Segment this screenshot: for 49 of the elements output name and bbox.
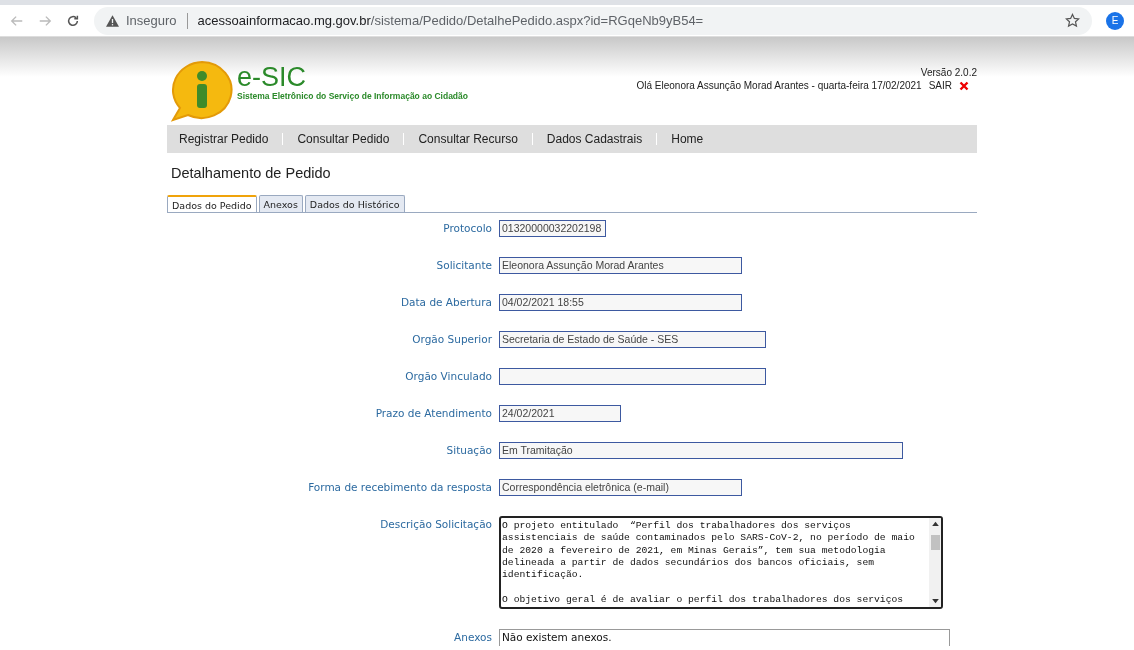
description-paragraph: O projeto entitulado “Perfil dos trabalhadores dos serviços assistenciais de saúde contaminados pelo SARS-CoV-2, no período de maio de 2020 a fevereiro de 2021, em Minas Gerais”, tem sua metodologia delineada a partir de dados secundários dos bancos oficiais, sem identificação. <box>502 520 916 582</box>
text-field[interactable]: 24/02/2021 <box>499 405 621 422</box>
field-label: Forma de recebimento da resposta <box>307 480 492 495</box>
tab[interactable]: Dados do Histórico <box>304 195 405 212</box>
field-label: Anexos <box>453 630 492 645</box>
field-label: Orgão Superior <box>411 332 492 347</box>
text-field[interactable]: Secretaria de Estado de Saúde - SES <box>499 331 766 348</box>
scroll-up-icon[interactable] <box>931 521 939 526</box>
logo-title: e-SIC <box>237 63 308 91</box>
security-label: Inseguro <box>126 13 177 28</box>
logo-subtitle: Sistema Eletrônico do Serviço de Informação ao Cidadão <box>237 91 468 101</box>
description-field[interactable] <box>499 516 943 609</box>
nav-link[interactable]: Dados Cadastrais <box>542 132 647 146</box>
scrollbar-thumb[interactable] <box>930 535 940 550</box>
info-logo-icon <box>169 60 235 122</box>
address-bar[interactable]: Inseguro acessoainformacao.mg.gov.br/sistema/Pedido/DetalhePedido.aspx?id=RGqeNb9yB54= <box>94 6 1092 35</box>
field-label: Solicitante <box>435 258 492 273</box>
nav-link[interactable]: Consultar Pedido <box>293 132 394 146</box>
page-title: Detalhamento de Pedido <box>171 165 332 183</box>
text-field[interactable] <box>499 368 766 385</box>
profile-avatar[interactable]: E <box>1106 11 1124 30</box>
text-field[interactable]: Em Tramitação <box>499 442 903 459</box>
warning-icon <box>106 14 119 27</box>
version-label: Versão 2.0.2 <box>919 67 977 78</box>
greeting-text: Olá Eleonora Assunção Morad Arantes - quarta-feira 17/02/2021 <box>636 80 922 91</box>
description-paragraph: O objetivo geral é de avaliar o perfil dos trabalhadores dos serviços <box>502 593 905 607</box>
close-icon[interactable] <box>959 80 969 91</box>
reload-icon[interactable] <box>66 13 80 28</box>
url-text: acessoainformacao.mg.gov.br/sistema/Pedido/DetalhePedido.aspx?id=RGqeNb9yB54= <box>197 13 704 28</box>
tab[interactable]: Dados do Pedido <box>167 195 257 212</box>
field-label: Prazo de Atendimento <box>374 406 492 421</box>
text-field[interactable]: Eleonora Assunção Morad Arantes <box>499 257 742 274</box>
scrollbar[interactable] <box>929 518 941 607</box>
nav-link[interactable]: Registrar Pedido <box>175 132 273 146</box>
field-label: Orgão Vinculado <box>404 369 492 384</box>
attachments-box: Não existem anexos. <box>499 629 950 646</box>
logout-link[interactable]: SAIR <box>928 80 952 91</box>
field-label: Descrição Solicitação <box>379 517 492 532</box>
field-label: Situação <box>445 443 492 458</box>
text-field[interactable]: 04/02/2021 18:55 <box>499 294 742 311</box>
field-label: Data de Abertura <box>399 295 492 310</box>
nav-link[interactable]: Consultar Recurso <box>414 132 522 146</box>
scroll-down-icon[interactable] <box>931 599 939 604</box>
star-icon[interactable] <box>1065 13 1080 28</box>
nav-link[interactable]: Home <box>667 132 708 146</box>
field-label: Protocolo <box>442 221 492 236</box>
tab[interactable]: Anexos <box>258 195 303 212</box>
text-field[interactable]: Correspondência eletrônica (e-mail) <box>499 479 742 496</box>
text-field[interactable]: 01320000032202198 <box>499 220 606 237</box>
